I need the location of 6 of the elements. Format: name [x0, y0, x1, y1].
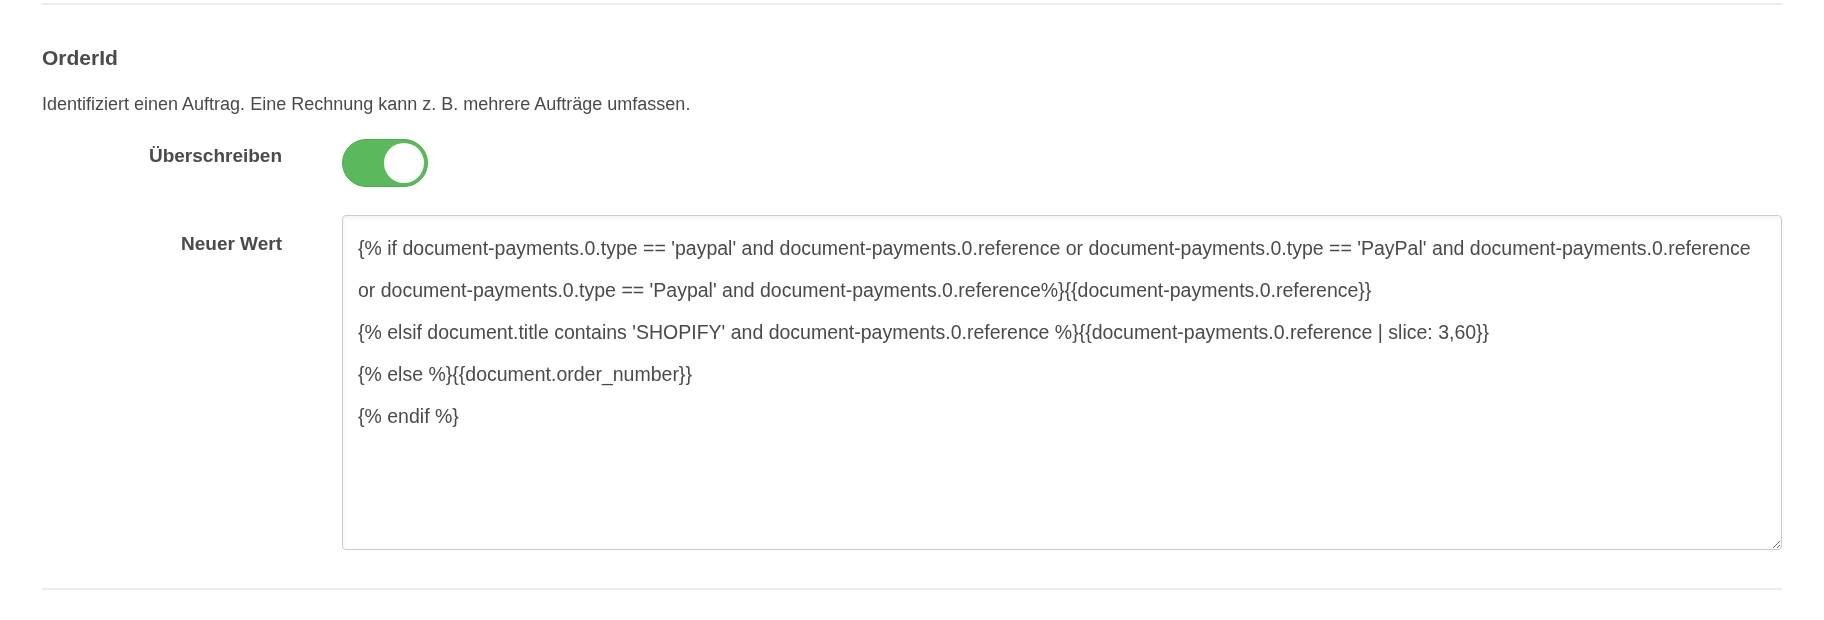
value-field[interactable]: {% if document-payments.0.type == 'paypal' and document-payments.0.reference or document-payments.0.type == 'PayPal' and document-payments.0.reference or document-payments.0.type == 'Paypal' and document-payments.0.reference%}{{document-payments.0.reference}} {% elsif document.title contains 'SHOPIFY' and document-payments.0.reference %}{{document-payments.0.reference | slice: 3,60}} {% else %}{{document.order_number}} {% endif %}	[342, 215, 1782, 550]
section-description: Identifiziert einen Auftrag. Eine Rechnung kann z. B. mehrere Aufträge umfassen.	[42, 93, 692, 116]
field-label: Überschreiben	[147, 144, 282, 168]
section-title: OrderId	[42, 45, 119, 71]
override-toggle[interactable]	[342, 139, 428, 187]
field-label: Neuer Wert	[180, 232, 282, 256]
